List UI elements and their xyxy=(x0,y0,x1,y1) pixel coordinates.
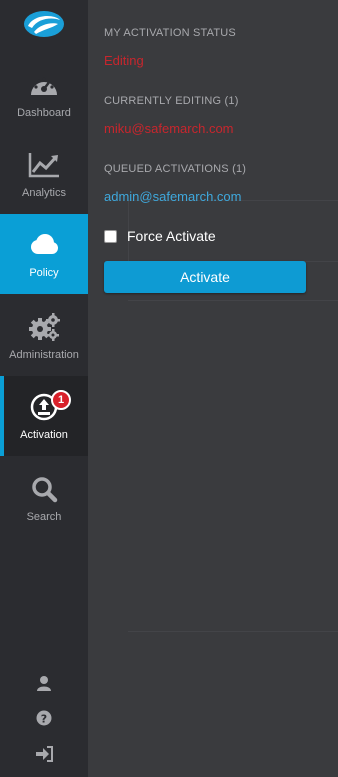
logout-icon[interactable] xyxy=(34,744,54,764)
currently-editing-title: CURRENTLY EDITING (1) xyxy=(104,95,239,107)
nav-label: Administration xyxy=(9,349,79,361)
force-activate-label: Force Activate xyxy=(127,228,216,244)
nav-item-dashboard[interactable]: Dashboard xyxy=(0,54,88,134)
background-card xyxy=(128,300,338,632)
nav-label: Policy xyxy=(29,267,59,279)
logo-icon xyxy=(24,11,64,37)
cloud-icon xyxy=(28,229,60,261)
nav-label: Analytics xyxy=(21,187,67,199)
nav-item-analytics[interactable]: Analytics xyxy=(0,134,88,214)
help-icon[interactable]: ? xyxy=(34,708,54,728)
force-activate-option[interactable]: Force Activate xyxy=(104,228,216,244)
user-icon[interactable] xyxy=(34,673,54,693)
notification-badge: 1 xyxy=(51,390,71,410)
sidebar-nav: Dashboard Analytics Policy Administratio… xyxy=(0,0,88,777)
my-activation-status-title: MY ACTIVATION STATUS xyxy=(104,27,236,39)
nav-item-search[interactable]: Search xyxy=(0,458,88,538)
activate-button[interactable]: Activate xyxy=(104,261,306,293)
gears-icon xyxy=(28,311,60,343)
nav-item-policy[interactable]: Policy xyxy=(0,214,88,294)
queued-activations-title: QUEUED ACTIVATIONS (1) xyxy=(104,163,247,175)
search-icon xyxy=(28,473,60,505)
nav-item-activation[interactable]: 1 Activation xyxy=(0,376,88,456)
svg-text:?: ? xyxy=(41,713,47,726)
analytics-chart-icon xyxy=(28,149,60,181)
dashboard-gauge-icon xyxy=(28,69,60,101)
queued-user: admin@safemarch.com xyxy=(104,189,242,204)
activation-status-value: Editing xyxy=(104,53,144,68)
editing-user: miku@safemarch.com xyxy=(104,121,234,136)
nav-label: Search xyxy=(26,511,62,523)
activation-panel: MY ACTIVATION STATUS Editing CURRENTLY E… xyxy=(88,0,338,777)
nav-item-administration[interactable]: Administration xyxy=(0,296,88,376)
force-activate-checkbox[interactable] xyxy=(104,229,117,243)
nav-label: Activation xyxy=(20,429,68,441)
nav-label: Dashboard xyxy=(17,107,71,119)
